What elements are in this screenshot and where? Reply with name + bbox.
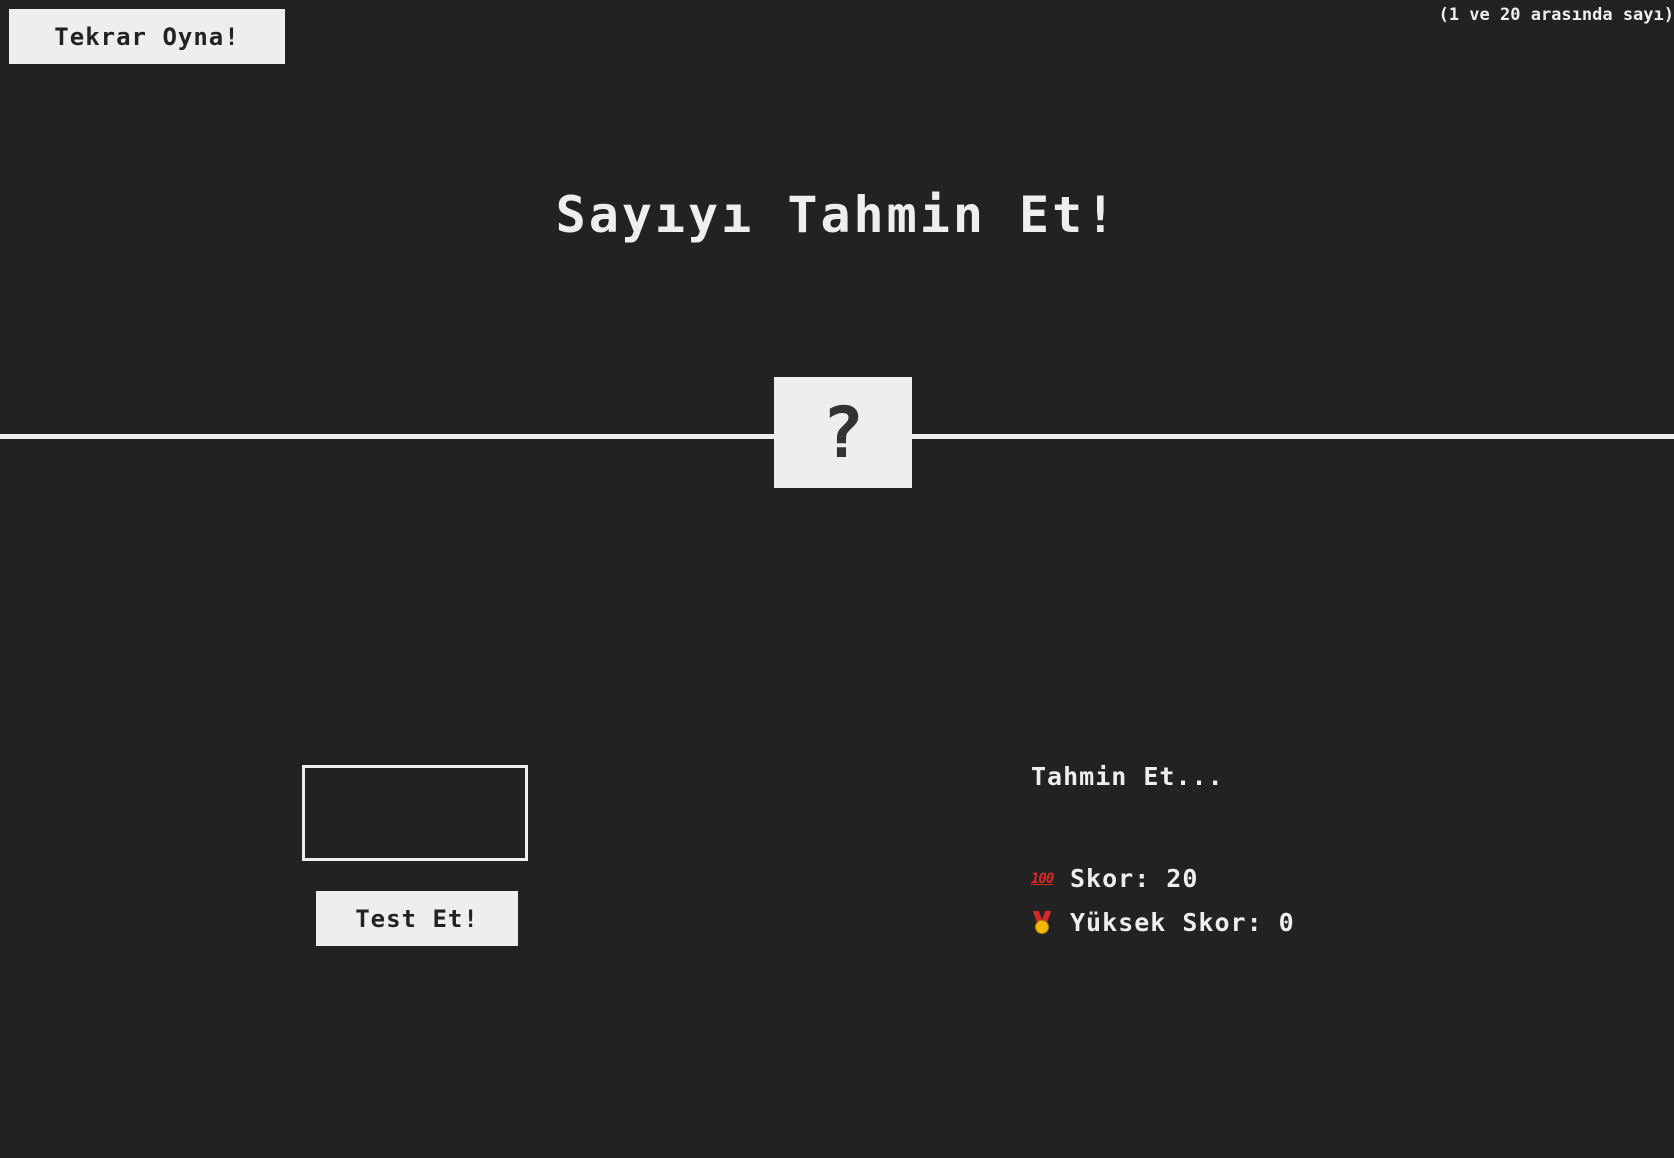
- highscore-row: Yüksek Skor: 0: [1031, 908, 1295, 937]
- score-row: 100 Skor: 20: [1031, 864, 1198, 893]
- highscore-label: Yüksek Skor:: [1070, 908, 1263, 937]
- status-message: Tahmin Et...: [1031, 762, 1224, 791]
- guess-input[interactable]: [302, 765, 528, 861]
- hundred-points-icon: 100: [1031, 870, 1054, 887]
- range-hint: (1 ve 20 arasında sayı): [1438, 5, 1674, 25]
- check-button[interactable]: Test Et!: [316, 891, 518, 946]
- play-again-button[interactable]: Tekrar Oyna!: [9, 9, 285, 64]
- secret-number-box: ?: [774, 377, 912, 488]
- highscore-value: 0: [1278, 908, 1295, 937]
- medal-icon: [1031, 910, 1053, 935]
- score-label: Skor:: [1070, 864, 1151, 893]
- score-value: 20: [1166, 864, 1199, 893]
- page-title: Sayıyı Tahmin Et!: [555, 186, 1119, 244]
